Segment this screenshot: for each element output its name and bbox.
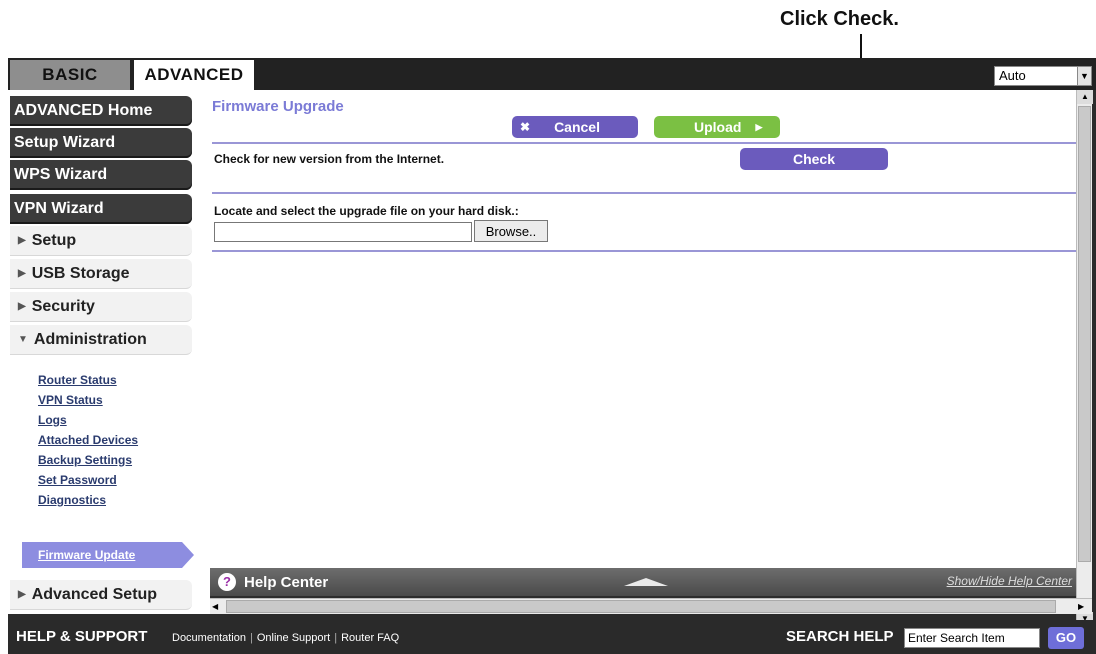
chevron-down-icon[interactable]: ▼: [1077, 67, 1091, 85]
triangle-right-icon: ▶: [18, 301, 26, 312]
help-support-label: HELP & SUPPORT: [16, 628, 148, 645]
help-question-icon: ?: [218, 573, 236, 591]
sidebar-item-advanced-setup[interactable]: ▶ Advanced Setup: [10, 580, 192, 610]
sidebar-item-label: USB Storage: [31, 264, 130, 282]
horizontal-scrollbar[interactable]: ◀ ▶: [210, 598, 1092, 614]
sidebar-item-label: Security: [31, 297, 95, 315]
sidebar-item-security[interactable]: ▶ Security: [10, 292, 192, 322]
page-title: Firmware Upgrade: [212, 98, 344, 115]
sidebar-item-administration[interactable]: ▼ Administration: [10, 325, 192, 355]
sidebar-item-wps-wizard[interactable]: WPS Wizard: [10, 160, 192, 190]
browse-button[interactable]: Browse..: [474, 220, 548, 242]
submenu-backup-settings[interactable]: Backup Settings: [38, 450, 138, 470]
divider: [212, 250, 1076, 252]
sidebar-item-label: Setup: [31, 231, 77, 249]
sidebar: ADVANCED Home Setup Wizard WPS Wizard VP…: [8, 90, 210, 614]
sidebar-item-label: Advanced Setup: [31, 585, 158, 603]
sidebar-item-setup-wizard[interactable]: Setup Wizard: [10, 128, 192, 158]
tab-basic[interactable]: BASIC: [10, 60, 130, 90]
sidebar-item-usb-storage[interactable]: ▶ USB Storage: [10, 259, 192, 289]
top-tab-bar: BASIC ADVANCED Auto ▼: [8, 58, 1096, 90]
submenu-vpn-status[interactable]: VPN Status: [38, 390, 138, 410]
search-help-label: SEARCH HELP: [786, 628, 894, 645]
submenu-attached-devices[interactable]: Attached Devices: [38, 430, 138, 450]
documentation-link[interactable]: Documentation: [172, 632, 246, 644]
upload-button[interactable]: Upload ▶: [654, 116, 780, 138]
scroll-thumb[interactable]: [226, 600, 1056, 613]
triangle-right-icon: ▶: [18, 235, 26, 246]
divider: [212, 192, 1076, 194]
online-support-link[interactable]: Online Support: [257, 632, 330, 644]
help-center-bar[interactable]: ? Help Center Show/Hide Help Center: [210, 568, 1076, 596]
annotation-label: Click Check.: [780, 8, 899, 30]
sidebar-item-advanced-home[interactable]: ADVANCED Home: [10, 96, 192, 126]
administration-submenu: Router Status VPN Status Logs Attached D…: [38, 370, 138, 510]
go-button[interactable]: GO: [1048, 627, 1084, 649]
close-icon: ✖: [520, 120, 531, 134]
search-input[interactable]: Enter Search Item: [904, 628, 1040, 648]
file-path-input[interactable]: [214, 222, 472, 242]
submenu-diagnostics[interactable]: Diagnostics: [38, 490, 138, 510]
language-select[interactable]: Auto ▼: [994, 66, 1092, 86]
vertical-scrollbar[interactable]: ▲ ▼: [1076, 90, 1093, 626]
sidebar-item-label: Administration: [33, 330, 147, 348]
footer-links: Documentation | Online Support | Router FAQ: [172, 632, 400, 644]
submenu-logs[interactable]: Logs: [38, 410, 138, 430]
router-admin-window: BASIC ADVANCED Auto ▼ ADVANCED Home Setu…: [8, 58, 1096, 654]
triangle-right-icon: ▶: [18, 589, 26, 600]
cancel-button-label: Cancel: [554, 119, 600, 135]
check-instruction: Check for new version from the Internet.: [214, 152, 445, 166]
triangle-right-icon: ▶: [18, 268, 26, 279]
divider: [212, 142, 1076, 144]
sidebar-item-setup[interactable]: ▶ Setup: [10, 226, 192, 256]
check-button[interactable]: Check: [740, 148, 888, 170]
submenu-firmware-update[interactable]: Firmware Update: [22, 542, 194, 568]
sidebar-item-vpn-wizard[interactable]: VPN Wizard: [10, 194, 192, 224]
tab-advanced[interactable]: ADVANCED: [134, 60, 254, 90]
scroll-left-icon[interactable]: ◀: [212, 600, 224, 613]
router-faq-link[interactable]: Router FAQ: [341, 632, 399, 644]
footer-bar: HELP & SUPPORT Documentation | Online Supp…: [8, 620, 1096, 654]
submenu-set-password[interactable]: Set Password: [38, 470, 138, 490]
scroll-thumb[interactable]: [1078, 106, 1091, 562]
submenu-router-status[interactable]: Router Status: [38, 370, 138, 390]
show-hide-help-link[interactable]: Show/Hide Help Center: [947, 574, 1072, 588]
help-center-label: Help Center: [244, 574, 329, 591]
language-select-value: Auto: [999, 68, 1026, 83]
upload-button-label: Upload: [694, 119, 742, 135]
cancel-button[interactable]: ✖ Cancel: [512, 116, 638, 138]
triangle-down-icon: ▼: [18, 334, 28, 345]
main-content: Firmware Upgrade ✖ Cancel Upload ▶ Check…: [210, 90, 1076, 568]
scroll-right-icon[interactable]: ▶: [1078, 600, 1090, 613]
triangle-right-icon: ▶: [755, 121, 763, 132]
expand-up-icon[interactable]: [624, 578, 668, 586]
locate-instruction: Locate and select the upgrade file on yo…: [214, 204, 519, 218]
scroll-up-icon[interactable]: ▲: [1077, 90, 1093, 104]
